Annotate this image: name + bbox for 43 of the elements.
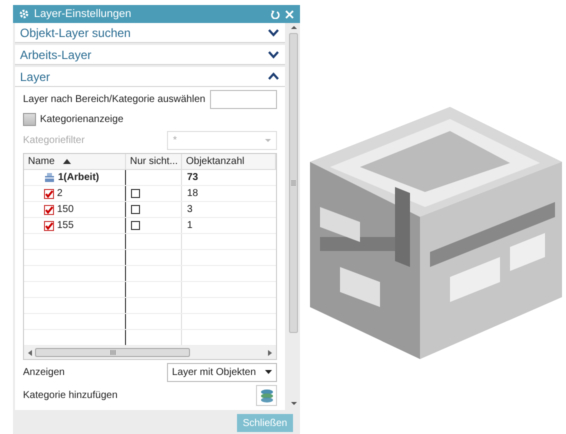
caret-icon[interactable] (265, 370, 272, 374)
reset-icon[interactable] (270, 9, 280, 19)
chevron-icon[interactable] (268, 72, 279, 81)
chevron-icon[interactable] (268, 28, 279, 37)
checkbox[interactable] (131, 205, 140, 214)
checkbox[interactable] (131, 221, 140, 230)
sort-ascending-icon[interactable] (62, 159, 71, 164)
table-cell-text: 1 (187, 219, 193, 233)
column-header[interactable]: Nur sicht... (126, 154, 182, 169)
table-cell: 2 (24, 186, 126, 201)
table-cell: 155 (24, 218, 126, 233)
checkbox-label: Kategorienanzeige (40, 113, 124, 127)
checkbox[interactable] (44, 188, 54, 198)
table-cell: 150 (24, 202, 126, 217)
window-title: Layer-Einstellungen (34, 6, 132, 22)
scroll-up-icon[interactable] (290, 25, 298, 30)
scroll-down-icon[interactable] (290, 401, 298, 406)
dropdown[interactable]: Layer mit Objekten (167, 362, 277, 382)
add-category-button[interactable] (256, 384, 277, 406)
field-label: Layer nach Bereich/Kategorie auswählen (23, 92, 206, 106)
table-cell-text: 18 (187, 187, 198, 201)
layer-stack-icon (260, 388, 274, 402)
close-icon[interactable] (285, 10, 294, 18)
table-cell: 1(Arbeit) (24, 170, 126, 185)
checkbox[interactable] (23, 113, 36, 126)
field-label: Kategorie hinzufügen (23, 388, 118, 402)
scrollbar-thumb[interactable] (35, 348, 190, 357)
scroll-left-icon[interactable] (28, 350, 32, 356)
column-header[interactable]: Name (24, 154, 126, 169)
input-field[interactable] (210, 90, 277, 108)
column-header[interactable]: Objektanzahl (182, 154, 276, 169)
checkbox[interactable] (44, 220, 54, 230)
scroll-right-icon[interactable] (268, 350, 272, 356)
scrollbar-thumb[interactable] (289, 33, 298, 333)
field-label: Kategoriefilter (23, 134, 85, 148)
layer-stack-icon (44, 172, 55, 183)
settings-icon[interactable] (19, 9, 29, 19)
table-cell-text: 73 (187, 171, 198, 185)
checkbox[interactable] (131, 189, 140, 198)
field-label: Anzeigen (23, 366, 65, 380)
chevron-icon[interactable] (268, 50, 279, 59)
table-cell-text: 3 (187, 203, 193, 217)
checkbox[interactable] (44, 204, 54, 214)
